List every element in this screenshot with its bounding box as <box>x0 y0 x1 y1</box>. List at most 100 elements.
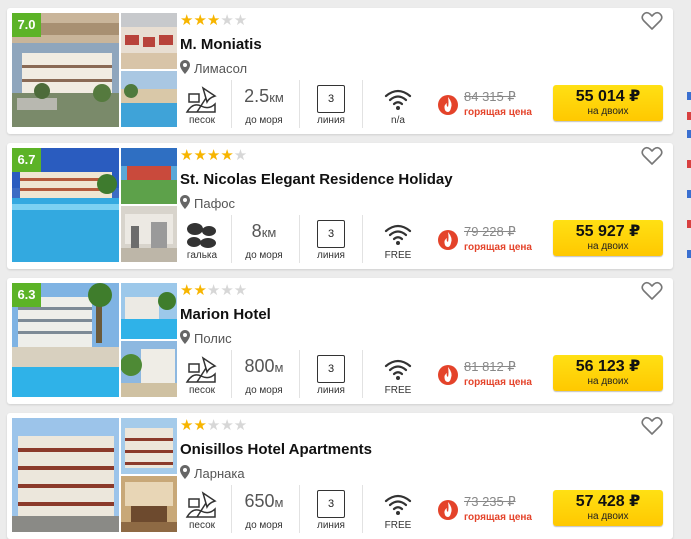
hotel-photo-thumb[interactable] <box>121 71 177 127</box>
distance-value: 650 <box>244 491 275 511</box>
wifi-label: FREE <box>384 385 412 396</box>
line-label: линия <box>317 115 345 126</box>
hotel-name[interactable]: St. Nicolas Elegant Residence Holiday <box>180 171 453 188</box>
heart-icon[interactable] <box>641 281 663 301</box>
hotel-photo-thumb[interactable] <box>121 418 177 474</box>
heart-icon[interactable] <box>641 416 663 436</box>
price-button[interactable]: 55 014 ₽ на двоих <box>553 85 663 121</box>
beach-type-label: песок <box>188 520 216 531</box>
heart-icon[interactable] <box>641 146 663 166</box>
hot-price-label: горящая цена <box>464 377 532 388</box>
hotel-name[interactable]: Marion Hotel <box>180 306 271 323</box>
page-edge-mark <box>687 112 691 120</box>
beach-line: 3 линия <box>299 485 363 533</box>
old-price: 84 315 ₽ <box>464 89 516 104</box>
hot-price-label: горящая цена <box>464 512 532 523</box>
hot-price-label: горящая цена <box>464 242 532 253</box>
line-number: 3 <box>317 220 345 248</box>
page-edge-mark <box>687 130 691 138</box>
location-pin-icon <box>180 195 190 209</box>
hotel-name[interactable]: M. Moniatis <box>180 36 262 53</box>
wifi-info: FREE <box>367 485 429 533</box>
hotel-city: Лимасол <box>194 61 248 76</box>
fire-icon <box>438 230 458 250</box>
heart-icon[interactable] <box>641 11 663 31</box>
beach-type: песок <box>177 80 227 128</box>
pebble-beach-icon <box>187 223 216 248</box>
wifi-icon <box>384 494 412 515</box>
hotel-card[interactable]: 7.0 ★★★★★ M. Moniatis Лимасол песок 2.5к… <box>7 8 673 134</box>
price-button[interactable]: 57 428 ₽ на двоих <box>553 490 663 526</box>
distance-label: до моря <box>245 250 283 261</box>
old-price: 79 228 ₽ <box>464 224 516 239</box>
price-caption: на двоих <box>587 376 629 387</box>
sand-beach-icon <box>185 356 217 383</box>
hotel-stars: ★★★★★ <box>180 12 248 29</box>
page-edge-mark <box>687 160 691 168</box>
hotel-photo-thumb[interactable] <box>121 206 177 262</box>
hotel-stars: ★★★★★ <box>180 282 248 299</box>
beach-line: 3 линия <box>299 350 363 398</box>
sand-beach-icon <box>185 86 217 113</box>
wifi-icon <box>384 224 412 245</box>
distance-value: 2.5 <box>244 86 270 106</box>
sand-beach-icon <box>185 491 217 518</box>
hotel-location: Полис <box>180 330 232 346</box>
price-caption: на двоих <box>587 241 629 252</box>
beach-type: песок <box>177 350 227 398</box>
wifi-label: n/a <box>391 115 405 126</box>
rating-badge: 7.0 <box>12 13 41 37</box>
page-edge-mark <box>687 190 691 198</box>
hotel-photo-main[interactable] <box>12 418 119 532</box>
distance-label: до моря <box>245 520 283 531</box>
price-value: 55 014 ₽ <box>575 88 641 105</box>
price-button[interactable]: 55 927 ₽ на двоих <box>553 220 663 256</box>
beach-type-label: галька <box>186 250 218 261</box>
hotel-location: Лимасол <box>180 60 247 76</box>
wifi-info: FREE <box>367 215 429 263</box>
price-caption: на двоих <box>587 106 629 117</box>
hotel-stars: ★★★★★ <box>180 417 248 434</box>
hotel-photo-thumb[interactable] <box>121 148 177 204</box>
line-number: 3 <box>317 490 345 518</box>
page-edge-mark <box>687 92 691 100</box>
hotel-card[interactable]: 6.7 ★★★★★ St. Nicolas Elegant Residence … <box>7 143 673 269</box>
hotel-photo-thumb[interactable] <box>121 283 177 339</box>
page-edge-mark <box>687 220 691 228</box>
hotel-location: Ларнака <box>180 465 245 481</box>
hotel-card[interactable]: ★★★★★ Onisillos Hotel Apartments Ларнака… <box>7 413 673 539</box>
price-button[interactable]: 56 123 ₽ на двоих <box>553 355 663 391</box>
rating-badge: 6.7 <box>12 148 41 172</box>
price-value: 55 927 ₽ <box>575 223 641 240</box>
hotel-name[interactable]: Onisillos Hotel Apartments <box>180 441 372 458</box>
beach-line: 3 линия <box>299 80 363 128</box>
fire-icon <box>438 95 458 115</box>
hotel-photo-thumb[interactable] <box>121 13 177 69</box>
location-pin-icon <box>180 60 190 74</box>
distance-label: до моря <box>245 385 283 396</box>
wifi-icon <box>384 89 412 110</box>
hotel-photo-thumb[interactable] <box>121 476 177 532</box>
beach-type: галька <box>177 215 227 263</box>
beach-type-label: песок <box>188 385 216 396</box>
distance-value: 800 <box>244 356 275 376</box>
distance-to-sea: 2.5км до моря <box>231 80 296 128</box>
hotel-photo-thumb[interactable] <box>121 341 177 397</box>
old-price: 81 812 ₽ <box>464 359 516 374</box>
hotel-card[interactable]: 6.3 ★★★★★ Marion Hotel Полис песок 800м <box>7 278 673 404</box>
distance-label: до моря <box>245 115 283 126</box>
hotel-location: Пафос <box>180 195 235 211</box>
wifi-label: FREE <box>384 520 412 531</box>
distance-to-sea: 800м до моря <box>231 350 296 398</box>
distance-unit: км <box>261 225 277 240</box>
line-label: линия <box>317 520 345 531</box>
distance-to-sea: 650м до моря <box>231 485 296 533</box>
beach-line: 3 линия <box>299 215 363 263</box>
hotel-city: Полис <box>194 331 232 346</box>
beach-type-label: песок <box>188 115 216 126</box>
location-pin-icon <box>180 330 190 344</box>
price-value: 57 428 ₽ <box>575 493 641 510</box>
distance-unit: м <box>274 495 284 510</box>
price-caption: на двоих <box>587 511 629 522</box>
fire-icon <box>438 500 458 520</box>
